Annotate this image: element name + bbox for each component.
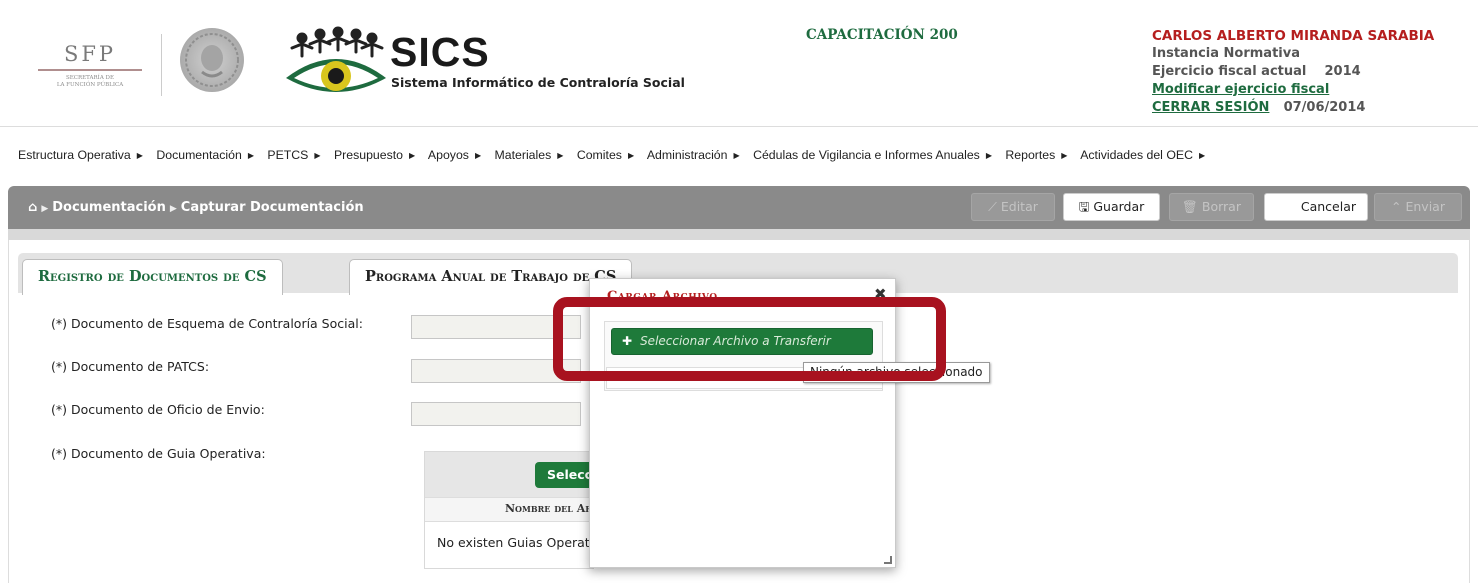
guia-table-header: Seleccionar Archivo	[425, 452, 605, 497]
breadcrumb: ⌂ ▶ Documentación ▶ Capturar Documentación	[28, 200, 364, 215]
guia-operativa-table: Seleccionar Archivo Nombre del Archivo N…	[424, 451, 605, 569]
guia-empty-message: No existen Guias Operativas	[437, 535, 593, 550]
tab-registro-documentos[interactable]: Registro de Documentos de CS	[22, 259, 283, 295]
close-icon[interactable]: ✖	[874, 285, 887, 303]
oficio-file-field[interactable]	[411, 402, 581, 426]
save-button[interactable]: 🖫 Guardar	[1063, 193, 1160, 221]
cancel-button-label: Cancelar	[1300, 199, 1356, 214]
fiscal-year-row: Ejercicio fiscal actual 2014	[1152, 63, 1434, 81]
sfp-logo: SFP Secretaría de la Función Pública	[30, 42, 150, 89]
upload-file-dialog: Cargar Archivo ✖ ✚ Seleccionar Archivo a …	[589, 278, 896, 568]
menu-item-comites[interactable]: Comites	[577, 148, 622, 162]
national-seal-icon	[180, 28, 244, 92]
plus-icon: ✚	[622, 334, 633, 348]
edit-button[interactable]: ⟋ Editar	[971, 193, 1055, 221]
caret-right-icon: ▶	[409, 151, 416, 160]
menu-item-apoyos[interactable]: Apoyos	[428, 148, 469, 162]
caret-right-icon: ▶	[41, 204, 49, 214]
menu-item-actividades-oec[interactable]: Actividades del OEC	[1080, 148, 1193, 162]
cancel-button[interactable]: Cancelar	[1264, 193, 1368, 221]
fiscal-year-value: 2014	[1324, 64, 1361, 79]
user-role: Instancia Normativa	[1152, 46, 1300, 61]
breadcrumb-page: Capturar Documentación	[180, 200, 364, 215]
field-label-oficio: (*) Documento de Oficio de Envio:	[51, 402, 265, 417]
sfp-logo-subtitle-2: la Función Pública	[56, 82, 124, 88]
caret-right-icon: ▶	[627, 151, 635, 160]
field-label-esquema: (*) Documento de Esquema de Contraloría …	[51, 316, 363, 331]
sfp-logo-title: SFP	[63, 42, 117, 66]
breadcrumb-section[interactable]: Documentación	[52, 200, 166, 215]
save-button-label: Guardar	[1093, 199, 1145, 214]
send-button-label: Enviar	[1405, 199, 1445, 214]
delete-button[interactable]: 🗑 Borrar	[1169, 193, 1254, 221]
user-info: CARLOS ALBERTO MIRANDA SARABIA Instancia…	[1152, 27, 1434, 117]
caret-right-icon: ▶	[985, 151, 992, 160]
menu-item-petcs[interactable]: PETCS	[267, 148, 308, 162]
dialog-title: Cargar Archivo	[607, 289, 718, 304]
menu-item-documentacion[interactable]: Documentación	[156, 148, 241, 162]
floppy-disk-icon: 🖫	[1078, 199, 1090, 214]
trash-icon: 🗑	[1182, 199, 1198, 214]
caret-right-icon: ▶	[314, 151, 321, 160]
field-label-guia: (*) Documento de Guia Operativa:	[51, 446, 266, 461]
caret-right-icon: ▶	[247, 151, 254, 160]
logout-link[interactable]: CERRAR SESIÓN	[1152, 100, 1269, 115]
pencil-icon: ⟋	[988, 199, 997, 214]
send-button[interactable]: ⌃ Enviar	[1374, 193, 1462, 221]
field-label-patcs: (*) Documento de PATCS:	[51, 359, 210, 374]
main-menu: Estructura Operativa ▶ Documentación ▶ PET…	[0, 126, 1478, 162]
select-file-to-transfer-button[interactable]: ✚ Seleccionar Archivo a Transferir	[611, 328, 873, 355]
caret-right-icon: ▶	[1198, 151, 1206, 160]
sfp-logo-rule	[38, 69, 142, 71]
menu-item-reportes[interactable]: Reportes	[1005, 148, 1055, 162]
session-date: 07/06/2014	[1283, 100, 1366, 115]
header-divider	[161, 34, 162, 96]
user-name: CARLOS ALBERTO MIRANDA SARABIA	[1152, 28, 1435, 44]
modify-fiscal-year-link[interactable]: Modificar ejercicio fiscal	[1152, 82, 1329, 97]
menu-item-administracion[interactable]: Administración	[647, 148, 728, 162]
menu-item-materiales[interactable]: Materiales	[495, 148, 552, 162]
page: SFP Secretaría de la Función Pública	[0, 0, 1478, 583]
resize-handle-icon[interactable]	[884, 556, 892, 564]
caret-right-icon: ▶	[733, 151, 740, 160]
menu-item-cedulas[interactable]: Cédulas de Vigilancia e Informes Anuales	[753, 148, 980, 162]
fiscal-year-label: Ejercicio fiscal actual	[1152, 64, 1307, 79]
delete-button-label: Borrar	[1201, 199, 1241, 214]
app-subtitle: Sistema Informático de Contraloría Socia…	[391, 75, 685, 90]
no-file-tooltip: Ningún archivo seleccionado	[803, 362, 990, 383]
environment-label: CAPACITACIÓN 200	[806, 27, 958, 43]
edit-button-label: Editar	[1000, 199, 1038, 214]
esquema-file-field[interactable]	[411, 315, 581, 339]
toolbar-bottom-strip	[8, 229, 1470, 240]
caret-right-icon: ▶	[1061, 151, 1068, 160]
caret-right-icon: ▶	[136, 151, 143, 160]
guia-column-header: Nombre del Archivo	[425, 497, 593, 522]
caret-right-icon: ▶	[169, 204, 177, 214]
caret-right-icon: ▶	[557, 151, 564, 160]
select-file-button-label: Seleccionar Archivo a Transferir	[640, 334, 831, 348]
app-title: SICS	[390, 29, 490, 75]
caret-right-icon: ▶	[474, 151, 482, 160]
sics-eye-logo-icon	[282, 26, 390, 102]
menu-item-presupuesto[interactable]: Presupuesto	[334, 148, 403, 162]
menu-item-estructura-operativa[interactable]: Estructura Operativa	[18, 148, 131, 162]
home-icon[interactable]: ⌂	[28, 200, 37, 215]
patcs-file-field[interactable]	[411, 359, 581, 383]
chevron-up-icon: ⌃	[1391, 199, 1402, 214]
sfp-logo-subtitle-1: Secretaría de	[66, 75, 114, 81]
